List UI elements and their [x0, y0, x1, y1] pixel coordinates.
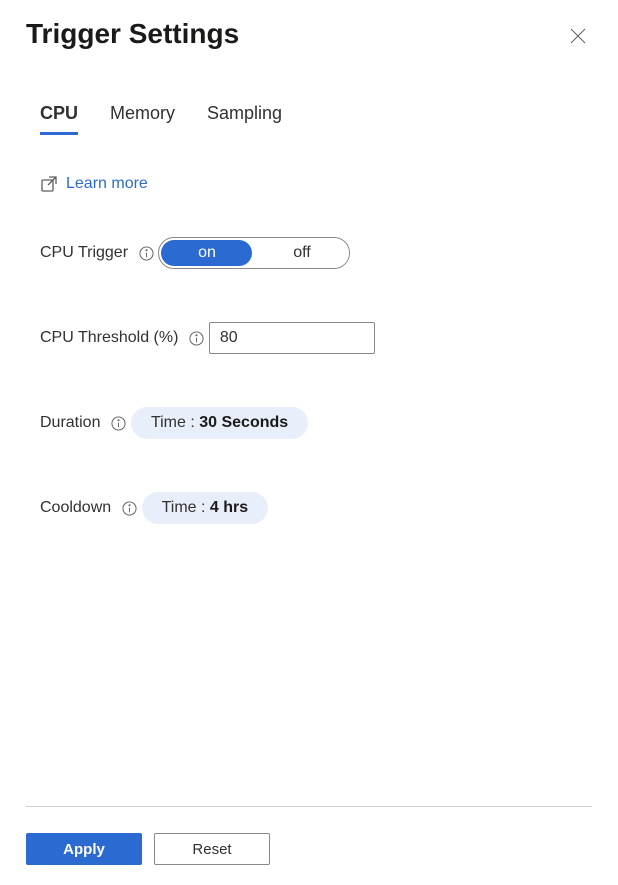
- close-icon: [570, 28, 586, 44]
- toggle-on[interactable]: on: [161, 240, 252, 266]
- footer-divider: [26, 806, 592, 807]
- learn-more-label: Learn more: [66, 175, 148, 193]
- duration-prefix: Time :: [151, 414, 199, 432]
- cpu-threshold-label: CPU Threshold (%): [40, 329, 178, 347]
- toggle-off[interactable]: off: [254, 238, 349, 268]
- learn-more-link[interactable]: Learn more: [40, 175, 148, 193]
- tab-memory[interactable]: Memory: [110, 103, 175, 135]
- info-icon[interactable]: [188, 330, 204, 346]
- page-title: Trigger Settings: [26, 18, 239, 50]
- cpu-threshold-input[interactable]: [209, 322, 375, 354]
- info-icon[interactable]: [110, 415, 126, 431]
- cpu-trigger-toggle[interactable]: on off: [158, 237, 350, 269]
- cpu-trigger-label: CPU Trigger: [40, 244, 128, 262]
- reset-button[interactable]: Reset: [154, 833, 270, 865]
- cooldown-value: 4 hrs: [210, 499, 248, 517]
- cooldown-pill[interactable]: Time : 4 hrs: [142, 492, 269, 524]
- info-icon[interactable]: [138, 245, 154, 261]
- apply-button[interactable]: Apply: [26, 833, 142, 865]
- duration-label: Duration: [40, 414, 100, 432]
- tab-cpu[interactable]: CPU: [40, 103, 78, 135]
- cooldown-label: Cooldown: [40, 499, 111, 517]
- tabs: CPU Memory Sampling: [40, 103, 578, 135]
- duration-pill[interactable]: Time : 30 Seconds: [131, 407, 308, 439]
- close-button[interactable]: [564, 22, 592, 55]
- tab-sampling[interactable]: Sampling: [207, 103, 282, 135]
- cooldown-prefix: Time :: [162, 499, 210, 517]
- external-link-icon: [40, 175, 58, 193]
- duration-value: 30 Seconds: [199, 414, 288, 432]
- info-icon[interactable]: [121, 500, 137, 516]
